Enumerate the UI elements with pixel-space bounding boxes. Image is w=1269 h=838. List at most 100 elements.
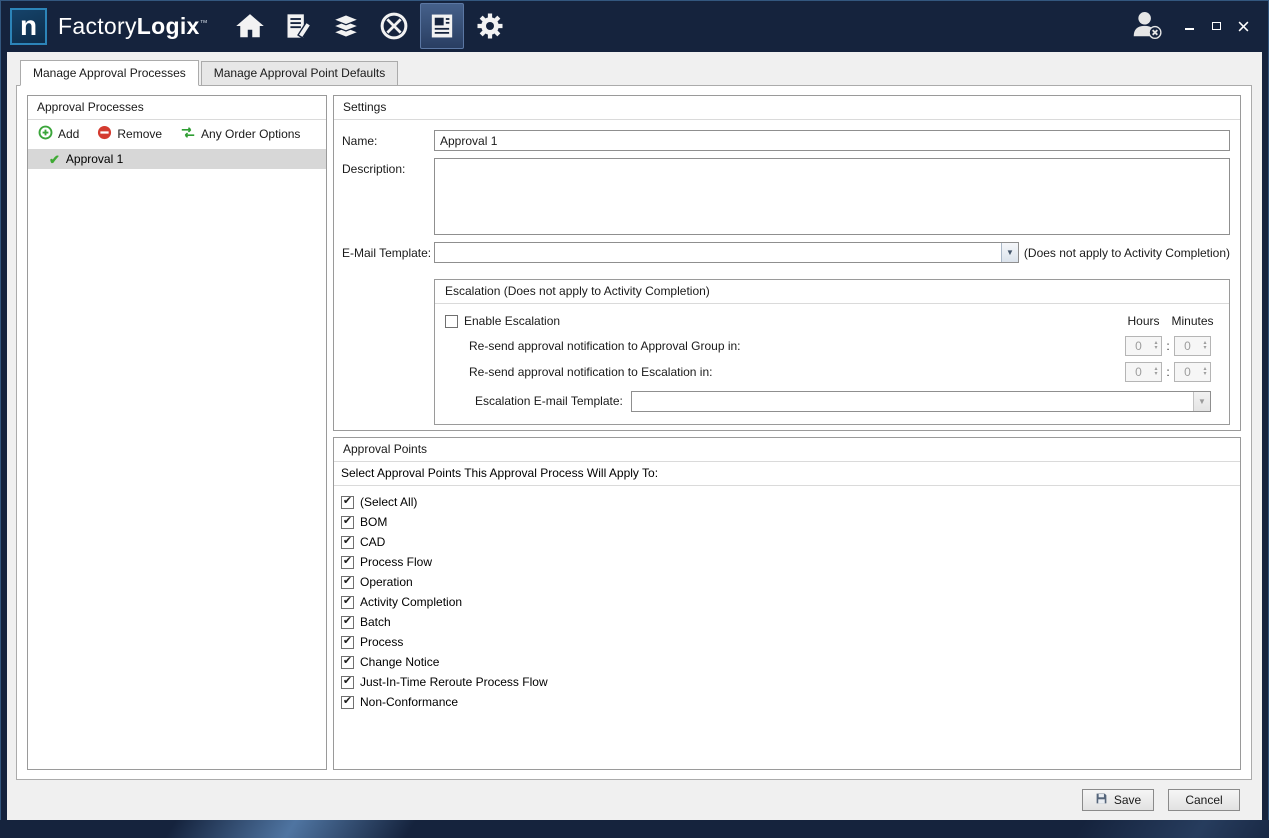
app-name-bold: Logix (137, 13, 200, 39)
spinner-arrows-icon[interactable]: ▴▾ (1200, 341, 1210, 351)
resend-escalation-row: Re-send approval notification to Escalat… (445, 359, 1211, 385)
app-title: FactoryLogix™ (58, 13, 208, 40)
approval-point-row: ✔ CAD (341, 532, 1233, 552)
cancel-label: Cancel (1185, 793, 1222, 807)
approval-point-row: ✔ Batch (341, 612, 1233, 632)
tab-page: Approval Processes Add Remove (16, 85, 1252, 780)
email-template-combobox[interactable]: ▼ (434, 242, 1019, 263)
app-logo: n (10, 8, 47, 45)
checkbox-operation[interactable]: ✔ (341, 576, 354, 589)
save-label: Save (1114, 793, 1141, 807)
spinner-arrows-icon[interactable]: ▴▾ (1200, 367, 1210, 377)
approval-point-label: Process (360, 635, 403, 649)
checkbox-non-conformance[interactable]: ✔ (341, 696, 354, 709)
add-button[interactable]: Add (35, 124, 82, 144)
escalation-template-combobox[interactable]: ▼ (631, 391, 1211, 412)
approval-group-minutes-spinner[interactable]: 0 ▴▾ (1174, 336, 1211, 356)
check-icon: ✔ (343, 516, 352, 527)
time-colon: : (1162, 339, 1174, 353)
checkbox-select-all[interactable]: ✔ (341, 496, 354, 509)
checkbox-activity-completion[interactable]: ✔ (341, 596, 354, 609)
spinner-arrows-icon[interactable]: ▴▾ (1151, 367, 1161, 377)
checkbox-cad[interactable]: ✔ (341, 536, 354, 549)
home-icon[interactable] (228, 3, 272, 49)
approval-points-title: Approval Points (334, 438, 1240, 462)
checkbox-change-notice[interactable]: ✔ (341, 656, 354, 669)
approval-point-label: Just-In-Time Reroute Process Flow (360, 675, 548, 689)
approval-point-row: ✔ (Select All) (341, 492, 1233, 512)
description-label: Description: (342, 158, 434, 176)
production-icon[interactable] (372, 3, 416, 49)
escalation-title: Escalation (Does not apply to Activity C… (435, 280, 1229, 304)
approval-group-minutes-value: 0 (1175, 339, 1200, 353)
user-logout-icon[interactable] (1129, 9, 1163, 44)
titlebar-right (1129, 9, 1259, 44)
reports-icon[interactable] (420, 3, 464, 49)
settings-gear-icon[interactable] (468, 3, 512, 49)
approval-point-label: Activity Completion (360, 595, 462, 609)
any-order-label: Any Order Options (201, 127, 300, 141)
app-window: n FactoryLogix™ (0, 0, 1269, 838)
escalation-body: ✔ Enable Escalation Hours Minutes Re (435, 304, 1229, 424)
enable-escalation-checkbox[interactable]: ✔ (445, 315, 458, 328)
email-template-label: E-Mail Template: (342, 242, 434, 260)
list-item-approval-1[interactable]: ✔ Approval 1 (28, 149, 326, 169)
chevron-down-icon[interactable]: ▼ (1001, 243, 1018, 262)
document-edit-icon[interactable] (276, 3, 320, 49)
cancel-button[interactable]: Cancel (1168, 789, 1240, 811)
approval-point-label: Process Flow (360, 555, 432, 569)
chevron-down-icon[interactable]: ▼ (1193, 392, 1210, 411)
decorative-streak (1065, 820, 1269, 838)
approval-point-row: ✔ Change Notice (341, 652, 1233, 672)
tab-manage-approval-processes[interactable]: Manage Approval Processes (20, 60, 199, 86)
approved-check-icon: ✔ (49, 153, 60, 166)
approval-points-panel: Approval Points Select Approval Points T… (333, 437, 1241, 770)
resend-approval-group-row: Re-send approval notification to Approva… (445, 333, 1211, 359)
checkbox-process[interactable]: ✔ (341, 636, 354, 649)
approval-point-row: ✔ Operation (341, 572, 1233, 592)
escalation-hours-value: 0 (1126, 365, 1151, 379)
remove-button[interactable]: Remove (94, 124, 165, 144)
escalation-template-label: Escalation E-mail Template: (475, 394, 623, 408)
name-row: Name: (342, 130, 1230, 151)
approval-processes-panel: Approval Processes Add Remove (27, 95, 327, 770)
add-label: Add (58, 127, 79, 141)
spinner-arrows-icon[interactable]: ▴▾ (1151, 341, 1161, 351)
checkbox-jit-reroute-process-flow[interactable]: ✔ (341, 676, 354, 689)
approval-points-subtitle: Select Approval Points This Approval Pro… (334, 462, 1240, 486)
any-order-options-button[interactable]: Any Order Options (177, 125, 303, 143)
resend-escalation-label: Re-send approval notification to Escalat… (469, 365, 712, 379)
name-input[interactable] (434, 130, 1230, 151)
checkbox-bom[interactable]: ✔ (341, 516, 354, 529)
trademark-symbol: ™ (200, 18, 208, 27)
check-icon: ✔ (343, 536, 352, 547)
minimize-button[interactable] (1183, 20, 1195, 32)
materials-icon[interactable] (324, 3, 368, 49)
email-template-row: E-Mail Template: ▼ (Does not apply to Ac… (342, 242, 1230, 263)
approval-group-hours-spinner[interactable]: 0 ▴▾ (1125, 336, 1162, 356)
escalation-hours-spinner[interactable]: 0 ▴▾ (1125, 362, 1162, 382)
approval-points-list: ✔ (Select All) ✔ BOM ✔ CAD ✔ (334, 486, 1240, 769)
settings-body: Name: Description: E-Mail Template: ▼ (334, 120, 1240, 430)
decorative-streak (156, 820, 423, 838)
email-template-note: (Does not apply to Activity Completion) (1019, 242, 1230, 260)
approval-point-label: Operation (360, 575, 413, 589)
escalation-minutes-spinner[interactable]: 0 ▴▾ (1174, 362, 1211, 382)
checkbox-batch[interactable]: ✔ (341, 616, 354, 629)
approval-point-row: ✔ BOM (341, 512, 1233, 532)
tab-manage-approval-point-defaults[interactable]: Manage Approval Point Defaults (201, 61, 398, 86)
check-icon: ✔ (343, 696, 352, 707)
description-textarea[interactable] (434, 158, 1230, 235)
checkbox-process-flow[interactable]: ✔ (341, 556, 354, 569)
minutes-header: Minutes (1174, 314, 1211, 328)
escalation-header-row: ✔ Enable Escalation Hours Minutes (445, 309, 1211, 333)
approval-point-label: Non-Conformance (360, 695, 458, 709)
save-button[interactable]: Save (1082, 789, 1154, 811)
window-bottom-frame (0, 820, 1269, 838)
maximize-button[interactable] (1210, 20, 1222, 32)
hours-header: Hours (1125, 314, 1162, 328)
right-column: Settings Name: Description: E-Mail Templ… (333, 95, 1241, 770)
close-button[interactable] (1237, 20, 1249, 32)
approval-point-label: Change Notice (360, 655, 439, 669)
approval-point-label: (Select All) (360, 495, 417, 509)
